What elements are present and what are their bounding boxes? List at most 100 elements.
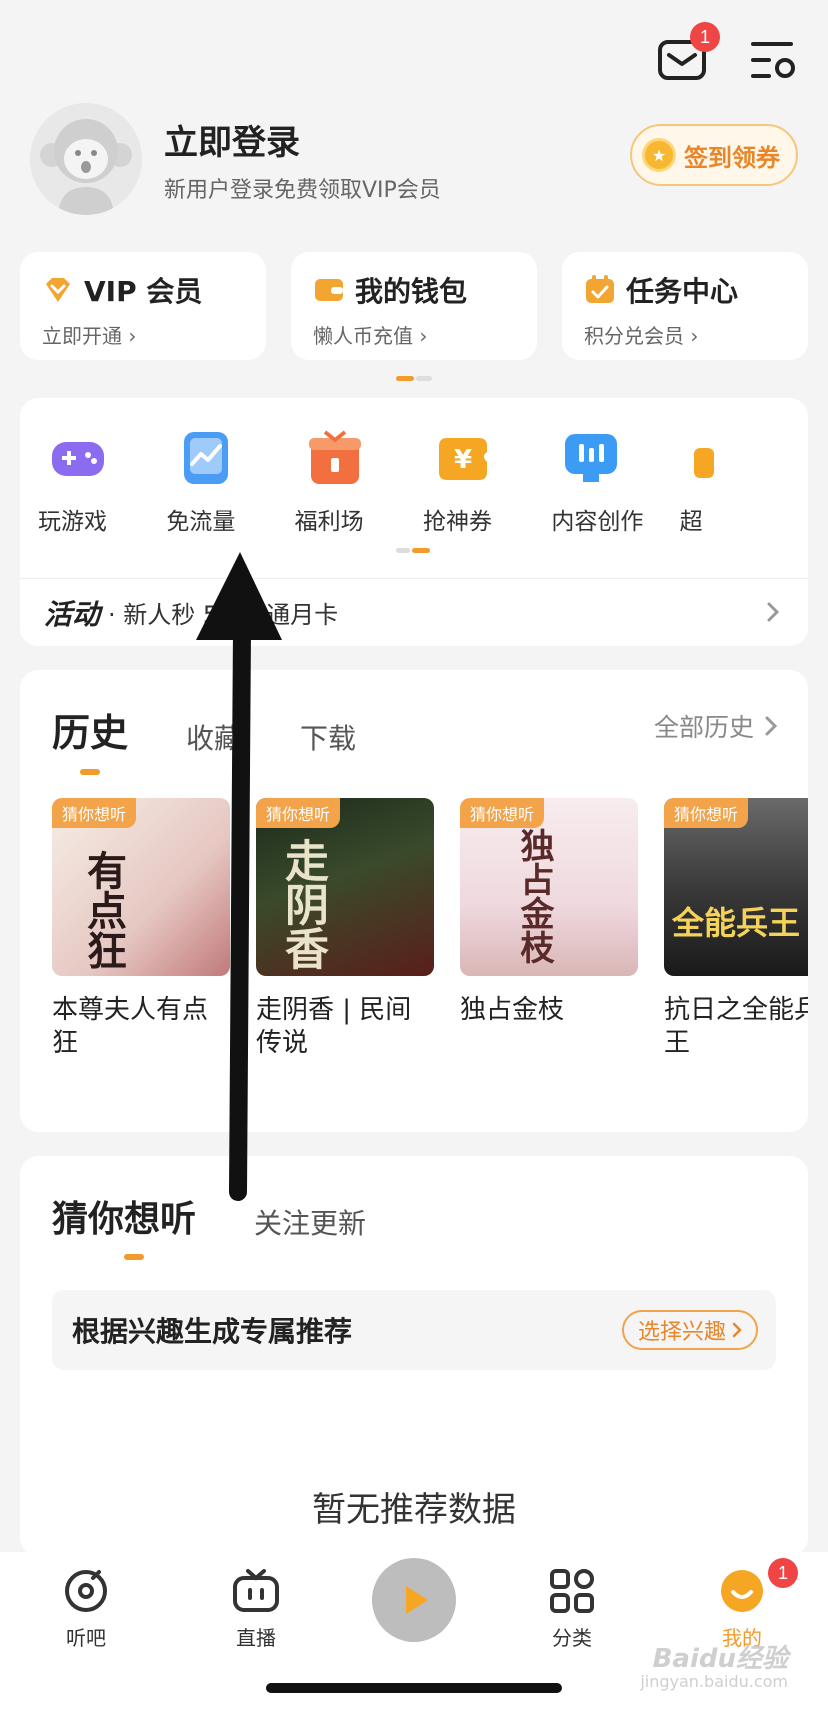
chevron-right-icon xyxy=(732,1322,742,1338)
empty-state-text: 暂无推荐数据 xyxy=(312,1490,516,1530)
play-button[interactable] xyxy=(372,1558,456,1642)
messages-button[interactable]: 1 xyxy=(656,22,720,86)
all-history-label: 全部历史 xyxy=(653,713,754,742)
vip-card-title: VIP 会员 xyxy=(84,275,203,308)
gamepad-icon xyxy=(52,442,104,476)
checkin-button[interactable]: ★ 签到领券 xyxy=(630,124,798,186)
interest-banner: 根据兴趣生成专属推荐 选择兴趣 xyxy=(52,1290,776,1370)
phone-chart-icon xyxy=(184,432,229,484)
book-item[interactable]: 有点狂 猜你想听 本尊夫人有点狂 xyxy=(52,798,230,1059)
wallet-card-title: 我的钱包 xyxy=(355,275,468,308)
watermark-sub: jingyan.baidu.com xyxy=(640,1672,788,1692)
tab-follow-updates[interactable]: 关注更新 xyxy=(254,1202,366,1242)
cover-tag: 猜你想听 xyxy=(256,798,341,828)
cover-tag: 猜你想听 xyxy=(460,798,545,828)
tool-coupons[interactable]: ¥ 抢神券 xyxy=(423,428,551,536)
vip-card[interactable]: VIP 会员 立即开通 › xyxy=(20,252,266,360)
tool-free-data[interactable]: 免流量 xyxy=(166,428,294,536)
tab-downloads[interactable]: 下载 xyxy=(300,717,356,757)
coupon-icon: ¥ xyxy=(438,438,487,480)
tab-favorites[interactable]: 收藏 xyxy=(186,717,242,757)
tab-mine[interactable]: 我的 1 xyxy=(682,1558,802,1651)
tool-more[interactable]: 超 xyxy=(680,428,808,536)
tab-category[interactable]: 分类 xyxy=(512,1568,632,1651)
tv-icon xyxy=(233,1569,279,1612)
tab-guess[interactable]: 猜你想听 xyxy=(52,1190,196,1260)
tab-history[interactable]: 历史 xyxy=(52,702,128,775)
cards-pager xyxy=(396,376,432,381)
chevron-right-icon: › xyxy=(419,324,428,348)
book-cover: 全能兵王 猜你想听 xyxy=(664,798,808,976)
mine-badge: 1 xyxy=(768,1558,798,1588)
book-title: 走阴香 | 民间传说 xyxy=(256,995,412,1058)
interest-text: 根据兴趣生成专属推荐 xyxy=(72,1315,353,1348)
message-badge: 1 xyxy=(690,22,720,52)
settings-button[interactable] xyxy=(748,34,800,86)
bottom-tab-bar: 听吧 直播 分类 我的 1 Baidu经验 jingyan.baidu.com xyxy=(0,1552,828,1709)
checkin-label: 签到领券 xyxy=(684,143,780,172)
task-card-title: 任务中心 xyxy=(626,275,739,308)
tab-live[interactable]: 直播 xyxy=(196,1568,316,1651)
choose-interest-button[interactable]: 选择兴趣 xyxy=(621,1310,758,1350)
book-title: 本尊夫人有点狂 xyxy=(52,995,209,1058)
activity-text: · 新人秒 5元开通月卡 xyxy=(108,601,339,629)
cover-art-text: 有点狂 xyxy=(80,850,127,970)
activity-tag: 活动 xyxy=(44,597,101,631)
pager-dot-active xyxy=(412,548,430,553)
tools-pager xyxy=(396,548,430,553)
tool-label: 内容创作 xyxy=(551,509,644,535)
login-subtitle: 新用户登录免费领取VIP会员 xyxy=(164,177,441,203)
star-coin-icon: ★ xyxy=(642,138,676,172)
book-item[interactable]: 独占金枝 猜你想听 独占金枝 xyxy=(460,798,638,1059)
task-card[interactable]: 任务中心 积分兑会员 › xyxy=(562,252,808,360)
pager-dot xyxy=(396,548,410,553)
login-title[interactable]: 立即登录 xyxy=(164,115,441,164)
more-icon xyxy=(693,448,714,478)
cover-art-text: 走阴香 xyxy=(277,838,328,970)
choose-interest-label: 选择兴趣 xyxy=(637,1320,726,1345)
chevron-right-icon: › xyxy=(128,324,137,348)
cover-tag: 猜你想听 xyxy=(664,798,749,828)
pager-dot xyxy=(416,376,432,381)
all-history-link[interactable]: 全部历史 xyxy=(654,708,778,744)
tool-games[interactable]: 玩游戏 xyxy=(38,428,166,536)
mine-face-icon xyxy=(721,1570,763,1612)
settings-list-icon xyxy=(751,42,795,78)
diamond-icon xyxy=(46,278,70,302)
book-item[interactable]: 全能兵王 猜你想听 抗日之全能兵王 xyxy=(664,798,808,1059)
tab-label: 分类 xyxy=(552,1626,592,1650)
watermark: Baidu经验 jingyan.baidu.com xyxy=(640,1645,788,1691)
wallet-card-sub: 懒人币充值 xyxy=(313,324,413,348)
watermark-text: Baidu经验 xyxy=(652,1643,788,1674)
history-tabs: 历史 收藏 下载 xyxy=(52,702,356,775)
wallet-card[interactable]: 我的钱包 懒人币充值 › xyxy=(291,252,537,360)
tools-panel: 玩游戏 免流量 福利场 ¥ 抢神券 内容创作 超 活动 · 新人秒 5元开通月卡 xyxy=(20,398,808,646)
tool-creation[interactable]: 内容创作 xyxy=(551,428,679,536)
book-cover: 有点狂 猜你想听 xyxy=(52,798,230,976)
top-actions: 1 xyxy=(656,22,800,86)
tool-welfare[interactable]: 福利场 xyxy=(295,428,423,536)
cover-tag: 猜你想听 xyxy=(52,798,137,828)
tab-label: 听吧 xyxy=(66,1626,106,1650)
calendar-check-icon xyxy=(586,275,614,303)
task-card-sub: 积分兑会员 xyxy=(584,324,684,348)
chevron-right-icon xyxy=(765,716,778,736)
grid-icon xyxy=(550,1569,594,1613)
svg-text:¥: ¥ xyxy=(454,445,472,475)
history-books: 有点狂 猜你想听 本尊夫人有点狂 走阴香 猜你想听 走阴香 | 民间传说 独占金… xyxy=(52,798,808,1059)
play-icon xyxy=(406,1586,428,1614)
book-title: 抗日之全能兵王 xyxy=(664,995,808,1058)
tool-label: 超 xyxy=(679,509,703,535)
home-indicator xyxy=(266,1683,562,1693)
book-item[interactable]: 走阴香 猜你想听 走阴香 | 民间传说 xyxy=(256,798,434,1059)
tab-listen[interactable]: 听吧 xyxy=(26,1568,146,1651)
history-panel: 历史 收藏 下载 全部历史 有点狂 猜你想听 本尊夫人有点狂 走阴香 猜你想听 … xyxy=(20,670,808,1132)
book-cover: 走阴香 猜你想听 xyxy=(256,798,434,976)
chevron-right-icon: › xyxy=(690,324,699,348)
cover-art-text: 全能兵王 xyxy=(672,904,801,942)
avatar[interactable] xyxy=(30,103,142,215)
book-title: 独占金枝 xyxy=(460,995,565,1025)
tool-label: 福利场 xyxy=(294,509,364,535)
tab-label: 直播 xyxy=(236,1626,276,1650)
activity-banner[interactable]: 活动 · 新人秒 5元开通月卡 xyxy=(20,578,808,646)
